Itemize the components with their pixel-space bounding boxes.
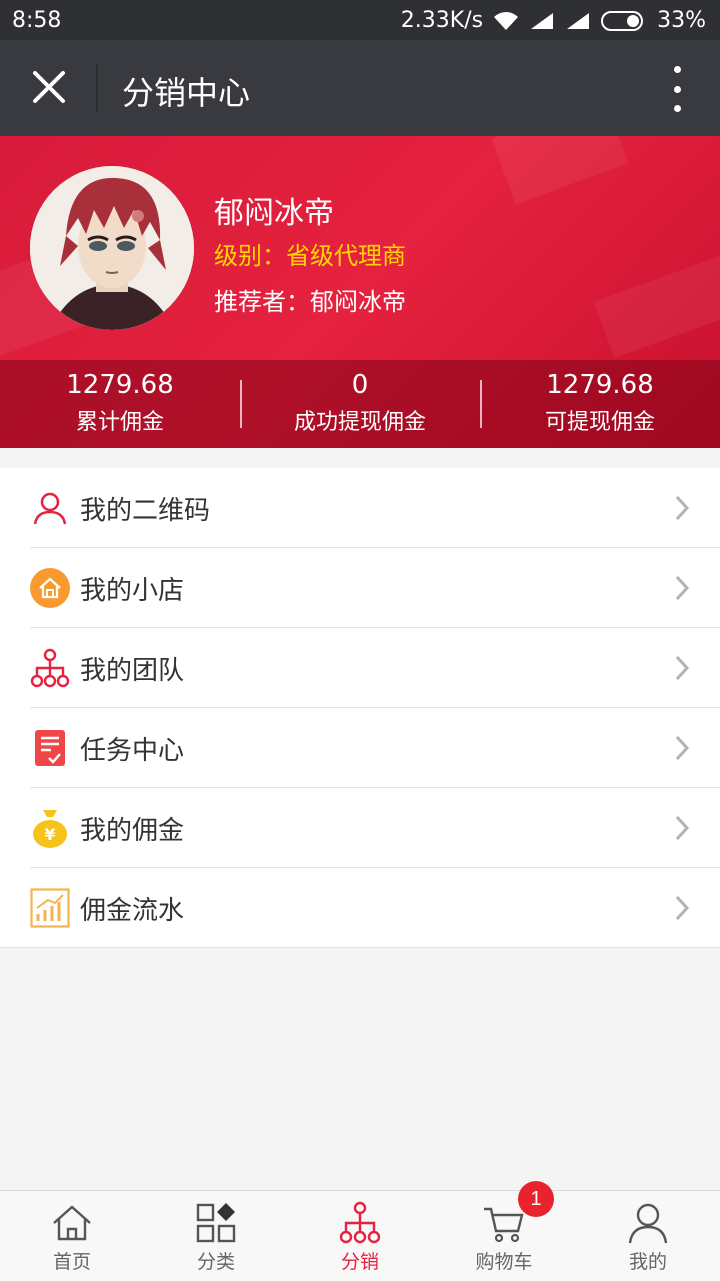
tab-profile[interactable]: 我的 bbox=[576, 1191, 720, 1281]
user-outline-icon bbox=[30, 488, 70, 528]
stat-withdrawn-commission[interactable]: 0 成功提现佣金 bbox=[240, 360, 480, 448]
status-indicators: 2.33K/s 33% bbox=[401, 8, 706, 33]
profile-header: 郁闷冰帝 级别：省级代理商 推荐者：郁闷冰帝 1279.68 累计佣金 0 成功… bbox=[0, 136, 720, 448]
hero-decoration bbox=[491, 136, 629, 205]
level-value: 省级代理商 bbox=[286, 242, 406, 270]
chevron-right-icon bbox=[675, 495, 690, 521]
chevron-right-icon bbox=[675, 655, 690, 681]
referrer: 推荐者：郁闷冰帝 bbox=[214, 288, 406, 316]
money-bag-icon: ¥ bbox=[30, 808, 70, 848]
signal-icon bbox=[531, 12, 554, 29]
signal-icon bbox=[567, 12, 590, 29]
menu-item-shop[interactable]: 我的小店 bbox=[0, 548, 720, 628]
hero-decoration bbox=[593, 253, 720, 359]
stat-label: 累计佣金 bbox=[75, 410, 164, 435]
chevron-right-icon bbox=[675, 895, 690, 921]
more-vertical-icon-dot bbox=[673, 105, 681, 112]
menu-item-tasks[interactable]: 任务中心 bbox=[0, 708, 720, 788]
battery-level: 33% bbox=[657, 8, 706, 33]
tab-label: 我的 bbox=[628, 1251, 667, 1273]
status-bar: 8:58 2.33K/s 33% bbox=[0, 0, 720, 40]
commission-stats: 1279.68 累计佣金 0 成功提现佣金 1279.68 可提现佣金 bbox=[0, 360, 720, 448]
tab-label: 购物车 bbox=[475, 1251, 533, 1273]
stat-label: 可提现佣金 bbox=[544, 410, 655, 435]
stat-value: 0 bbox=[351, 370, 369, 400]
wifi-icon bbox=[494, 11, 519, 30]
distribution-icon bbox=[339, 1201, 381, 1244]
menu-item-commission[interactable]: ¥ 我的佣金 bbox=[0, 788, 720, 868]
chevron-right-icon bbox=[675, 735, 690, 761]
menu-item-commission-flow[interactable]: 佣金流水 bbox=[0, 868, 720, 948]
app-bar: 分销中心 bbox=[0, 40, 720, 136]
menu-item-qrcode[interactable]: 我的二维码 bbox=[0, 468, 720, 548]
tab-label: 分类 bbox=[196, 1251, 235, 1273]
menu-label: 佣金流水 bbox=[80, 896, 185, 926]
appbar-divider bbox=[96, 64, 98, 112]
home-circle-icon bbox=[30, 568, 70, 608]
tab-cart[interactable]: 1 购物车 bbox=[432, 1181, 576, 1281]
network-speed: 2.33K/s bbox=[400, 8, 484, 33]
task-list-icon bbox=[30, 728, 70, 768]
level-label: 级别： bbox=[214, 242, 286, 270]
menu-label: 我的小店 bbox=[80, 576, 185, 606]
category-icon bbox=[196, 1203, 236, 1243]
home-icon bbox=[53, 1205, 91, 1241]
more-vertical-icon-dot bbox=[673, 85, 681, 93]
menu-label: 我的二维码 bbox=[80, 496, 211, 526]
tab-label: 首页 bbox=[52, 1251, 91, 1273]
chevron-right-icon bbox=[675, 815, 690, 841]
stat-available-commission[interactable]: 1279.68 可提现佣金 bbox=[480, 360, 720, 448]
stat-label: 成功提现佣金 bbox=[293, 410, 426, 435]
svg-text:¥: ¥ bbox=[44, 825, 55, 844]
stat-value: 1279.68 bbox=[66, 370, 174, 400]
menu-label: 任务中心 bbox=[80, 736, 185, 766]
tab-label: 分销 bbox=[340, 1251, 379, 1273]
close-icon bbox=[33, 71, 65, 103]
bottom-tab-bar: 首页 分类 分销 1 购物车 我的 bbox=[0, 1181, 720, 1281]
status-time: 8:58 bbox=[12, 8, 62, 33]
cart-badge: 1 bbox=[518, 1181, 554, 1217]
tab-distribution[interactable]: 分销 bbox=[288, 1191, 432, 1281]
avatar-image bbox=[30, 166, 194, 330]
tab-category[interactable]: 分类 bbox=[144, 1191, 288, 1281]
team-tree-icon bbox=[30, 648, 70, 688]
chart-icon bbox=[30, 888, 70, 928]
user-level: 级别：省级代理商 bbox=[214, 236, 406, 271]
more-options-button[interactable] bbox=[662, 66, 692, 112]
user-icon bbox=[628, 1203, 668, 1244]
close-button[interactable] bbox=[24, 62, 74, 112]
more-vertical-icon bbox=[673, 66, 681, 73]
page-title: 分销中心 bbox=[122, 74, 251, 112]
user-name: 郁闷冰帝 bbox=[214, 196, 334, 231]
battery-icon bbox=[601, 10, 644, 31]
tab-home[interactable]: 首页 bbox=[0, 1191, 144, 1281]
chevron-right-icon bbox=[675, 575, 690, 601]
menu-item-team[interactable]: 我的团队 bbox=[0, 628, 720, 708]
menu-list: 我的二维码 我的小店 我的团队 任务中心 ¥ 我的佣金 佣金流水 bbox=[0, 468, 720, 948]
avatar[interactable] bbox=[30, 166, 194, 330]
menu-label: 我的团队 bbox=[80, 656, 185, 686]
menu-label: 我的佣金 bbox=[80, 816, 185, 846]
stat-total-commission[interactable]: 1279.68 累计佣金 bbox=[0, 360, 240, 448]
stat-value: 1279.68 bbox=[546, 370, 654, 400]
